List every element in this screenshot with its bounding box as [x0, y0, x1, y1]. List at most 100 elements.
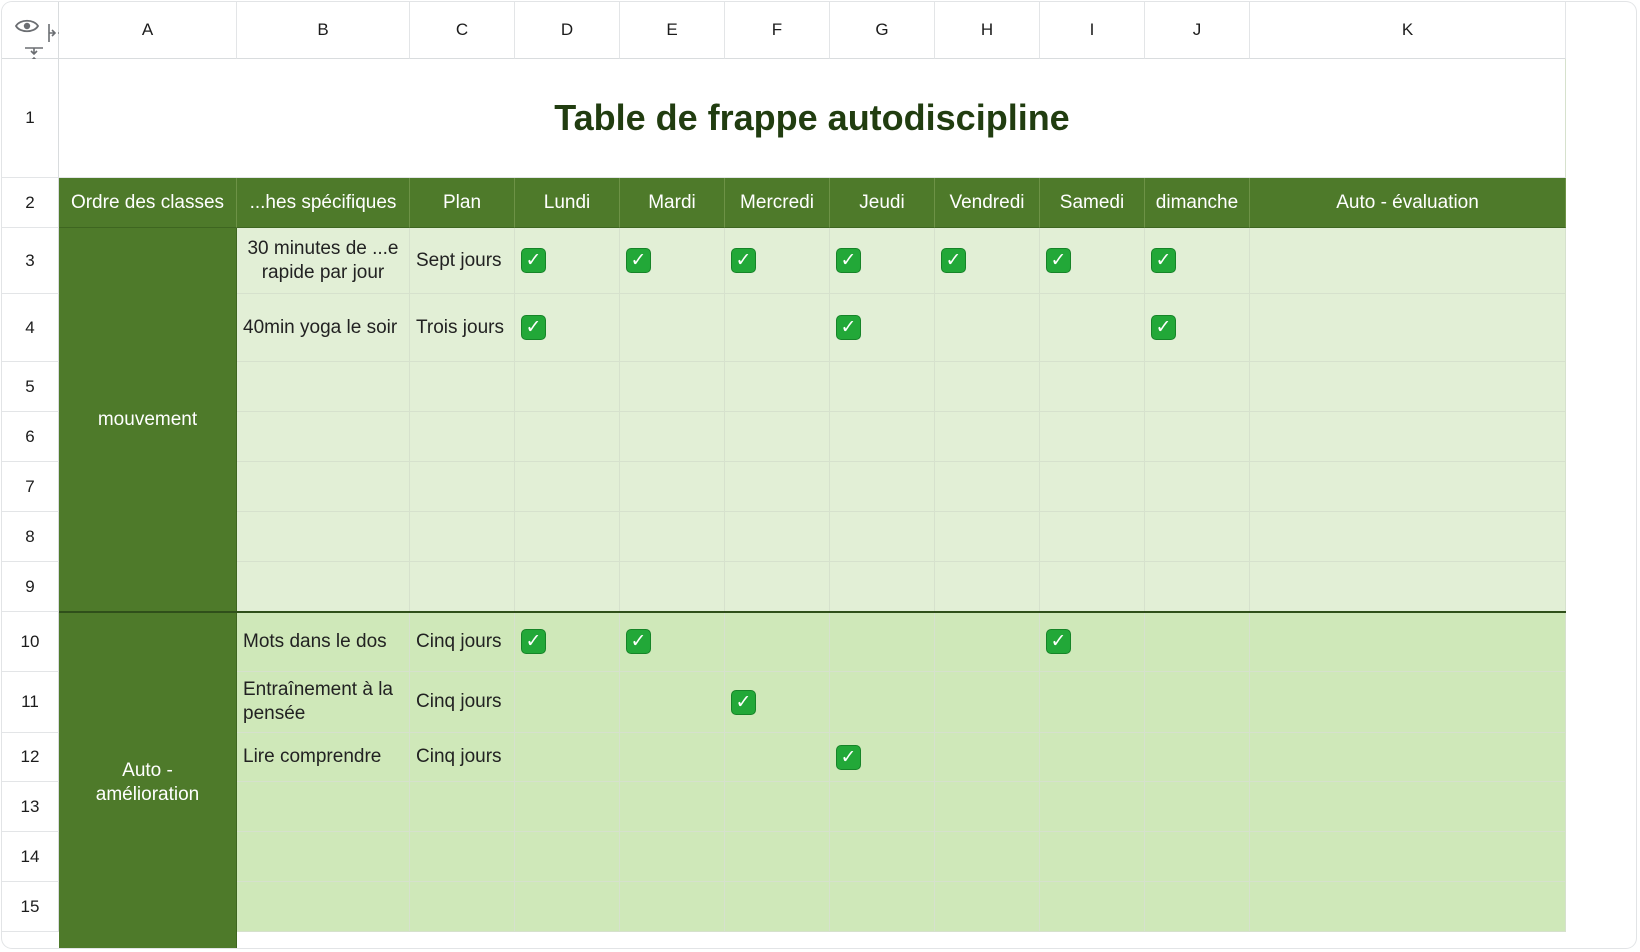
table-cell[interactable] [935, 672, 1040, 733]
table-cell[interactable] [410, 412, 515, 462]
table-cell[interactable] [1040, 562, 1145, 612]
table-cell[interactable]: Entraînement à la pensée [237, 672, 410, 733]
table-cell[interactable]: ✓ [830, 294, 935, 362]
table-cell[interactable] [410, 882, 515, 932]
column-header-f[interactable]: F [725, 2, 830, 59]
table-cell[interactable] [935, 294, 1040, 362]
table-cell[interactable] [1145, 512, 1250, 562]
table-cell[interactable] [935, 512, 1040, 562]
table-cell[interactable] [935, 832, 1040, 882]
table-cell[interactable]: 30 minutes de ...e rapide par jour [237, 228, 410, 294]
header-cell[interactable]: ...hes spécifiques [237, 178, 410, 228]
table-cell[interactable]: Trois jours [410, 294, 515, 362]
table-cell[interactable]: ✓ [1040, 612, 1145, 672]
table-cell[interactable] [935, 612, 1040, 672]
column-header-c[interactable]: C [410, 2, 515, 59]
table-cell[interactable] [620, 832, 725, 882]
table-cell[interactable] [830, 512, 935, 562]
header-cell[interactable]: Auto - évaluation [1250, 178, 1566, 228]
header-cell[interactable]: Samedi [1040, 178, 1145, 228]
table-cell[interactable] [1145, 362, 1250, 412]
table-cell[interactable]: ✓ [515, 294, 620, 362]
table-cell[interactable] [1145, 882, 1250, 932]
table-cell[interactable] [1250, 362, 1566, 412]
table-cell[interactable] [725, 782, 830, 832]
table-cell[interactable] [1250, 462, 1566, 512]
table-cell[interactable] [1040, 672, 1145, 733]
table-cell[interactable]: ✓ [830, 733, 935, 782]
table-cell[interactable]: ✓ [725, 672, 830, 733]
table-cell[interactable] [515, 733, 620, 782]
header-cell[interactable]: Mardi [620, 178, 725, 228]
table-cell[interactable] [515, 882, 620, 932]
table-cell[interactable] [1040, 882, 1145, 932]
row-header-8[interactable]: 8 [2, 512, 59, 562]
table-cell[interactable] [1145, 733, 1250, 782]
table-cell[interactable] [237, 832, 410, 882]
table-cell[interactable] [830, 362, 935, 412]
table-cell[interactable]: ✓ [1040, 228, 1145, 294]
table-cell[interactable] [935, 362, 1040, 412]
table-cell[interactable] [620, 562, 725, 612]
table-cell[interactable] [725, 562, 830, 612]
table-cell[interactable] [620, 512, 725, 562]
table-cell[interactable] [237, 362, 410, 412]
table-cell[interactable] [935, 462, 1040, 512]
table-cell[interactable] [725, 362, 830, 412]
table-cell[interactable] [515, 672, 620, 733]
row-header-15[interactable]: 15 [2, 882, 59, 932]
row-header-4[interactable]: 4 [2, 294, 59, 362]
table-cell[interactable] [935, 782, 1040, 832]
table-cell[interactable] [1250, 782, 1566, 832]
table-cell[interactable]: ✓ [515, 612, 620, 672]
table-cell[interactable] [620, 882, 725, 932]
column-header-e[interactable]: E [620, 2, 725, 59]
table-cell[interactable] [725, 882, 830, 932]
table-cell[interactable] [410, 362, 515, 412]
header-cell[interactable]: Jeudi [830, 178, 935, 228]
table-cell[interactable] [515, 832, 620, 882]
table-cell[interactable] [515, 562, 620, 612]
table-cell[interactable] [515, 782, 620, 832]
header-cell[interactable]: Mercredi [725, 178, 830, 228]
table-cell[interactable] [515, 462, 620, 512]
table-cell[interactable] [1145, 612, 1250, 672]
table-cell[interactable] [725, 832, 830, 882]
table-cell[interactable] [935, 733, 1040, 782]
table-cell[interactable] [237, 412, 410, 462]
table-cell[interactable] [1250, 882, 1566, 932]
table-cell[interactable] [620, 294, 725, 362]
row-header-2[interactable]: 2 [2, 178, 59, 228]
table-cell[interactable] [1040, 512, 1145, 562]
row-header-6[interactable]: 6 [2, 412, 59, 462]
table-cell[interactable] [935, 562, 1040, 612]
table-cell[interactable] [725, 512, 830, 562]
table-cell[interactable]: Sept jours [410, 228, 515, 294]
column-header-k[interactable]: K [1250, 2, 1566, 59]
table-cell[interactable] [1250, 228, 1566, 294]
header-cell[interactable]: dimanche [1145, 178, 1250, 228]
table-cell[interactable] [237, 462, 410, 512]
table-cell[interactable] [1040, 832, 1145, 882]
table-cell[interactable] [410, 782, 515, 832]
table-cell[interactable] [830, 612, 935, 672]
table-cell[interactable]: ✓ [620, 612, 725, 672]
table-cell[interactable] [620, 782, 725, 832]
row-header-10[interactable]: 10 [2, 612, 59, 672]
column-header-j[interactable]: J [1145, 2, 1250, 59]
column-header-a[interactable]: A [59, 2, 237, 59]
table-cell[interactable] [1040, 294, 1145, 362]
column-header-i[interactable]: I [1040, 2, 1145, 59]
row-header-5[interactable]: 5 [2, 362, 59, 412]
table-cell[interactable]: ✓ [620, 228, 725, 294]
table-cell[interactable] [1040, 733, 1145, 782]
table-cell[interactable] [725, 462, 830, 512]
table-cell[interactable] [1145, 672, 1250, 733]
row-header-7[interactable]: 7 [2, 462, 59, 512]
column-header-d[interactable]: D [515, 2, 620, 59]
table-cell[interactable] [1250, 412, 1566, 462]
category-cell[interactable]: Auto - amélioration [59, 612, 237, 948]
corner-cell[interactable] [2, 2, 66, 65]
column-header-g[interactable]: G [830, 2, 935, 59]
table-cell[interactable] [935, 412, 1040, 462]
